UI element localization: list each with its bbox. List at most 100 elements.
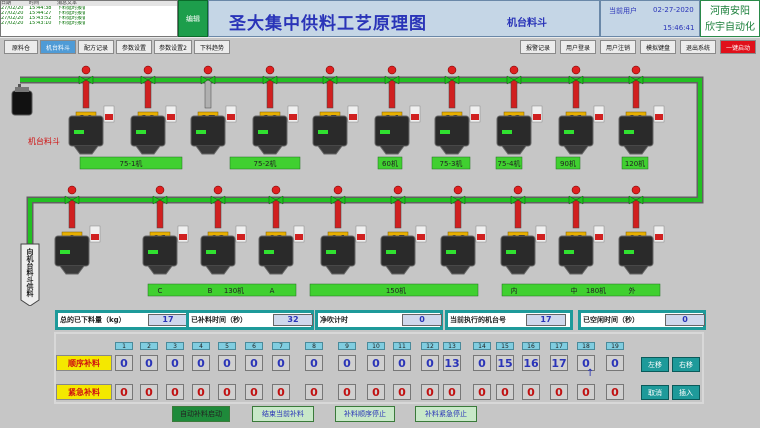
urgent-queue-cell[interactable]: 0 xyxy=(338,384,356,400)
seq-queue-cell[interactable]: 0 xyxy=(166,355,184,371)
seq-queue-cell[interactable]: 0 xyxy=(305,355,323,371)
seq-queue-cell[interactable]: 15 xyxy=(496,355,514,371)
refill-time-value: 32 xyxy=(273,314,313,326)
nav-parameter-settings-2[interactable]: 参数设置2 xyxy=(154,40,192,54)
nav-alarm-record[interactable]: 报警记录 xyxy=(520,40,556,54)
queue-pointer-arrow: ↑ xyxy=(586,368,595,379)
valve-lamp-icon xyxy=(271,185,281,195)
virtual-keyboard-button[interactable]: 模拟键盘 xyxy=(640,40,676,54)
seq-queue-cell[interactable]: 0 xyxy=(393,355,411,371)
seq-queue-cell[interactable]: 17 xyxy=(550,355,568,371)
move-right-button[interactable]: 右移 xyxy=(672,357,700,372)
nav-recipe-record[interactable]: 配方记录 xyxy=(78,40,114,54)
refill-sequence-stop-button[interactable]: 补料顺序停止 xyxy=(335,406,395,422)
exit-system-button[interactable]: 退出系统 xyxy=(680,40,716,54)
hopper-level-indicator xyxy=(60,250,70,254)
feed-riser xyxy=(326,79,334,109)
current-user-label: 当前用户 xyxy=(609,7,637,15)
hopper-level-indicator xyxy=(264,250,274,254)
hopper-level-indicator xyxy=(564,130,574,134)
seq-queue-cell[interactable]: 0 xyxy=(192,355,210,371)
seq-queue-cell[interactable]: 0 xyxy=(338,355,356,371)
urgent-queue-cell[interactable]: 0 xyxy=(393,384,411,400)
urgent-queue-cell[interactable]: 0 xyxy=(245,384,263,400)
hopper-cone xyxy=(147,265,173,275)
end-current-refill-button[interactable]: 结束当前补料 xyxy=(252,406,314,422)
urgent-queue-cell[interactable]: 0 xyxy=(606,384,624,400)
queue-index-4: 4 xyxy=(192,342,210,350)
urgent-queue-cell[interactable]: 0 xyxy=(550,384,568,400)
hopper-cone xyxy=(385,265,411,275)
user-login-button[interactable]: 用户登录 xyxy=(560,40,596,54)
cancel-button[interactable]: 取消 xyxy=(641,385,669,400)
urgent-queue-cell[interactable]: 0 xyxy=(140,384,158,400)
queue-index-13: 13 xyxy=(443,342,461,350)
auto-refill-start-button[interactable]: 自动补料启动 xyxy=(172,406,230,422)
urgent-queue-cell[interactable]: 0 xyxy=(367,384,385,400)
valve-lamp-icon xyxy=(203,65,213,75)
urgent-queue-cell[interactable]: 0 xyxy=(443,384,461,400)
refill-emergency-stop-button[interactable]: 补料紧急停止 xyxy=(415,406,477,422)
nav-feed-trend[interactable]: 下料趋势 xyxy=(194,40,230,54)
seq-queue-cell[interactable]: 0 xyxy=(140,355,158,371)
seq-queue-cell[interactable]: 0 xyxy=(245,355,263,371)
hopper-level-indicator xyxy=(136,130,146,134)
seq-queue-cell[interactable]: 13 xyxy=(443,355,461,371)
urgent-queue-cell[interactable]: 0 xyxy=(192,384,210,400)
machine-label: 内 xyxy=(511,286,518,295)
hopper-level-indicator xyxy=(196,130,206,134)
seq-queue-cell[interactable]: 0 xyxy=(115,355,133,371)
urgent-queue-cell[interactable]: 0 xyxy=(522,384,540,400)
seq-queue-cell[interactable]: 0 xyxy=(606,355,624,371)
nav-raw-material-bin[interactable]: 原料仓 xyxy=(4,40,38,54)
nav-machine-hopper[interactable]: 机台料斗 xyxy=(40,40,76,54)
hopper-cone xyxy=(195,145,221,155)
urgent-queue-cell[interactable]: 0 xyxy=(496,384,514,400)
hopper-level-indicator xyxy=(564,250,574,254)
seq-queue-cell[interactable]: 0 xyxy=(218,355,236,371)
permit-lamp xyxy=(655,234,663,240)
move-left-button[interactable]: 左移 xyxy=(641,357,669,372)
seq-queue-cell[interactable]: 0 xyxy=(473,355,491,371)
queue-index-14: 14 xyxy=(473,342,491,350)
edit-button[interactable]: 编辑 xyxy=(178,0,208,37)
user-panel: 当前用户 02-27-2020 15:46:41 xyxy=(600,0,700,37)
svg-text:120机: 120机 xyxy=(625,159,645,168)
seq-queue-cell[interactable]: 16 xyxy=(522,355,540,371)
seq-queue-cell[interactable]: 0 xyxy=(367,355,385,371)
machine-bar: 120机 xyxy=(621,156,649,170)
current-machine-panel: 当前执行的机台号 17 xyxy=(445,310,573,330)
title-panel: 圣大集中供料工艺原理图 机台料斗 xyxy=(208,0,600,37)
urgent-queue-cell[interactable]: 0 xyxy=(305,384,323,400)
urgent-queue-cell[interactable]: 0 xyxy=(272,384,290,400)
queue-index-1: 1 xyxy=(115,342,133,350)
urgent-queue-cell[interactable]: 0 xyxy=(577,384,595,400)
alarm-row[interactable]: 27/02/20 15:43:10 下料延时报警 xyxy=(1,21,177,26)
hopper-units: 191817161514131211100102030405060708090 xyxy=(54,65,665,275)
valve-lamp-icon xyxy=(631,185,641,195)
seq-queue-cell[interactable]: 0 xyxy=(421,355,439,371)
urgent-queue-cell[interactable]: 0 xyxy=(115,384,133,400)
feed-riser xyxy=(514,199,522,229)
one-key-start-button[interactable]: 一键启动 xyxy=(720,40,756,54)
process-diagram: 191817161514131211100102030405060708090 … xyxy=(11,65,704,306)
queue-index-3: 3 xyxy=(166,342,184,350)
permit-lamp xyxy=(537,234,545,240)
alarm-log-table[interactable]: 日期 时间 消息文本 27/02/20 15:44:38 下料延时报警 27/02/2… xyxy=(0,0,178,37)
hopper-cone xyxy=(59,265,85,275)
urgent-queue-cell[interactable]: 0 xyxy=(218,384,236,400)
insert-button[interactable]: 插入 xyxy=(672,385,700,400)
urgent-queue-cell[interactable]: 0 xyxy=(421,384,439,400)
feed-riser xyxy=(510,79,518,109)
valve-lamp-icon xyxy=(447,65,457,75)
user-logout-button[interactable]: 用户注销 xyxy=(600,40,636,54)
urgent-queue-cell[interactable]: 0 xyxy=(473,384,491,400)
nav-parameter-settings[interactable]: 参数设置 xyxy=(116,40,152,54)
permit-lamp xyxy=(533,114,541,120)
hopper-level-indicator xyxy=(258,130,268,134)
urgent-queue-cell[interactable]: 0 xyxy=(166,384,184,400)
permit-lamp xyxy=(105,114,113,120)
seq-queue-cell[interactable]: 0 xyxy=(272,355,290,371)
valve-lamp-icon xyxy=(631,65,641,75)
valve-lamp-icon xyxy=(387,65,397,75)
